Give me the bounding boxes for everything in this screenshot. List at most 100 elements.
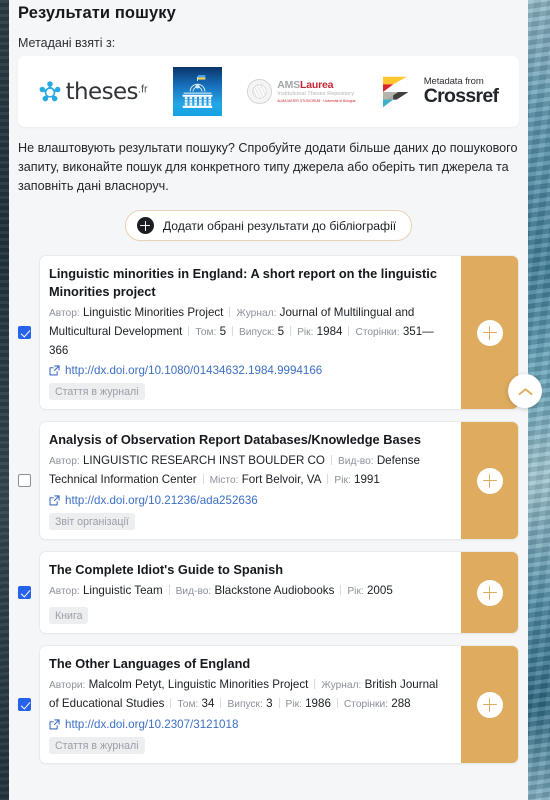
result-doi-link[interactable]: http://dx.doi.org/10.2307/3121018 [49,718,450,731]
result-select-checkbox[interactable] [18,586,31,599]
rada-building-icon [172,67,222,116]
result-row: The Other Languages of England Автори: Ma… [18,645,519,764]
result-doi-link[interactable]: http://dx.doi.org/10.1080/01434632.1984.… [49,364,450,377]
result-badge-row: Стаття в журналі [49,377,450,400]
metadata-field-value: 1991 [354,473,380,486]
result-type-badge: Книга [49,607,89,624]
crossref-wordmark: Crossref [423,85,499,107]
metadata-field-value: 288 [391,697,411,710]
result-select-checkbox[interactable] [18,474,31,487]
result-card-body: The Other Languages of England Автори: Ma… [40,646,461,763]
result-metadata: Автор: LINGUISTIC RESEARCH INST BOULDER … [49,452,450,490]
metadata-field-value: 3 [266,697,273,710]
add-result-button[interactable] [461,422,518,539]
result-row: Analysis of Observation Report Databases… [18,421,519,540]
add-selected-to-bibliography-button[interactable]: Додати обрані результати до бібліографії [124,210,413,241]
result-type-badge: Звіт організації [49,513,135,530]
metadata-separator [340,585,342,595]
metadata-field-value: LINGUISTIC RESEARCH INST BOULDER CO [82,454,325,467]
metadata-field-value: 5 [219,325,227,338]
plus-icon [476,691,503,718]
external-link-icon [49,365,60,376]
metadata-field-label: Вид-во: [175,586,212,597]
theses-wordmark: theses [65,78,139,105]
ams-subtitle: Institutional Theses Repository [277,90,354,97]
scroll-to-top-button[interactable] [508,374,542,408]
metadata-field-label: Том: [177,699,199,710]
metadata-separator [220,698,222,708]
result-row: The Complete Idiot's Guide to Spanish Авт… [18,551,519,634]
result-metadata: Автори: Malcolm Petyt, Linguistic Minori… [49,676,450,714]
result-doi-link[interactable]: http://dx.doi.org/10.21236/ada252636 [49,494,450,507]
metadata-separator [168,585,170,595]
source-logo-theses-fr: theses.fr [39,79,148,105]
source-logo-rada-library [172,67,222,116]
result-badge-row: Звіт організації [49,507,450,530]
metadata-field-label: Сторінки: [343,699,389,710]
ams-footnote: ALMA MATER STUDIORUM · Università di Bol… [277,98,356,103]
plus-icon [476,319,503,346]
result-select-checkbox[interactable] [18,698,31,711]
metadata-field-value: Linguistic Minorities Project [82,306,224,319]
metadata-separator [330,455,332,465]
metadata-field-value: 34 [201,697,215,710]
metadata-separator [170,698,172,708]
result-card: Linguistic minorities in England: A shor… [39,255,519,410]
metadata-field-label: Журнал: [321,680,362,691]
metadata-field-label: Рік: [285,699,302,710]
metadata-field-label: Рік: [347,586,364,597]
add-result-button[interactable] [461,552,518,633]
result-title: The Other Languages of England [49,656,251,671]
result-card-body: Linguistic minorities in England: A shor… [40,256,461,409]
result-row: Linguistic minorities in England: A shor… [18,255,519,410]
metadata-separator [188,326,190,336]
result-metadata: Автор: Linguistic Minorities Project Журн… [49,304,450,360]
metadata-field-label: Випуск: [239,327,275,338]
ams-suffix: Laurea [300,78,334,91]
chevron-up-icon [518,387,532,395]
result-card: Analysis of Observation Report Databases… [39,421,519,540]
crossref-mark-icon [382,76,409,107]
result-doi-text: http://dx.doi.org/10.21236/ada252636 [65,494,258,507]
metadata-separator [348,326,350,336]
desktop-backdrop-left [0,0,9,800]
result-title: The Complete Idiot's Guide to Spanish [49,562,284,577]
ams-prefix: AMS [277,78,301,91]
parliament-building-glyph [172,67,222,116]
metadata-field-label: Сторінки: [355,327,400,338]
metadata-field-label: Рік: [334,475,351,486]
metadata-field-label: Автори: [49,680,86,691]
result-type-badge: Стаття в журналі [49,383,145,400]
theses-tld: .fr [137,83,148,96]
metadata-field-value: Linguistic Team [82,584,163,597]
result-type-badge: Стаття в журналі [49,737,145,754]
result-card-body: The Complete Idiot's Guide to Spanish Авт… [40,552,461,633]
metadata-field-value: Malcolm Petyt, Linguistic Minorities Pro… [88,678,309,691]
metadata-field-value: 1986 [305,697,331,710]
external-link-icon [49,495,60,506]
metadata-separator [290,326,292,336]
metadata-separator [327,474,329,484]
theses-mark-icon [39,80,61,101]
metadata-field-label: Автор: [49,456,80,467]
metadata-field-value: 5 [277,325,285,338]
add-selected-row: Додати обрані результати до бібліографії [9,210,528,241]
result-doi-text: http://dx.doi.org/10.2307/3121018 [65,718,239,731]
result-select-checkbox[interactable] [18,326,31,339]
results-list: Linguistic minorities in England: A shor… [9,255,528,764]
result-metadata: Автор: Linguistic Team Вид-во: Blackstone… [49,582,450,601]
plus-circle-icon [136,217,154,234]
metadata-separator [229,307,231,317]
metadata-separator [202,474,204,484]
metadata-field-label: Місто: [209,475,239,486]
metadata-field-value: 1984 [316,325,343,338]
add-result-button[interactable] [461,646,518,763]
result-card: The Complete Idiot's Guide to Spanish Авт… [39,551,519,634]
result-doi-text: http://dx.doi.org/10.1080/01434632.1984.… [65,364,323,377]
page-title: Результати пошуку [18,4,176,22]
amslaurea-seal-icon [247,79,273,104]
result-title: Linguistic minorities in England: A shor… [49,266,437,299]
add-selected-label: Додати обрані результати до бібліографії [162,218,397,233]
result-badge-row: Стаття в журналі [49,731,450,754]
metadata-separator [278,698,280,708]
